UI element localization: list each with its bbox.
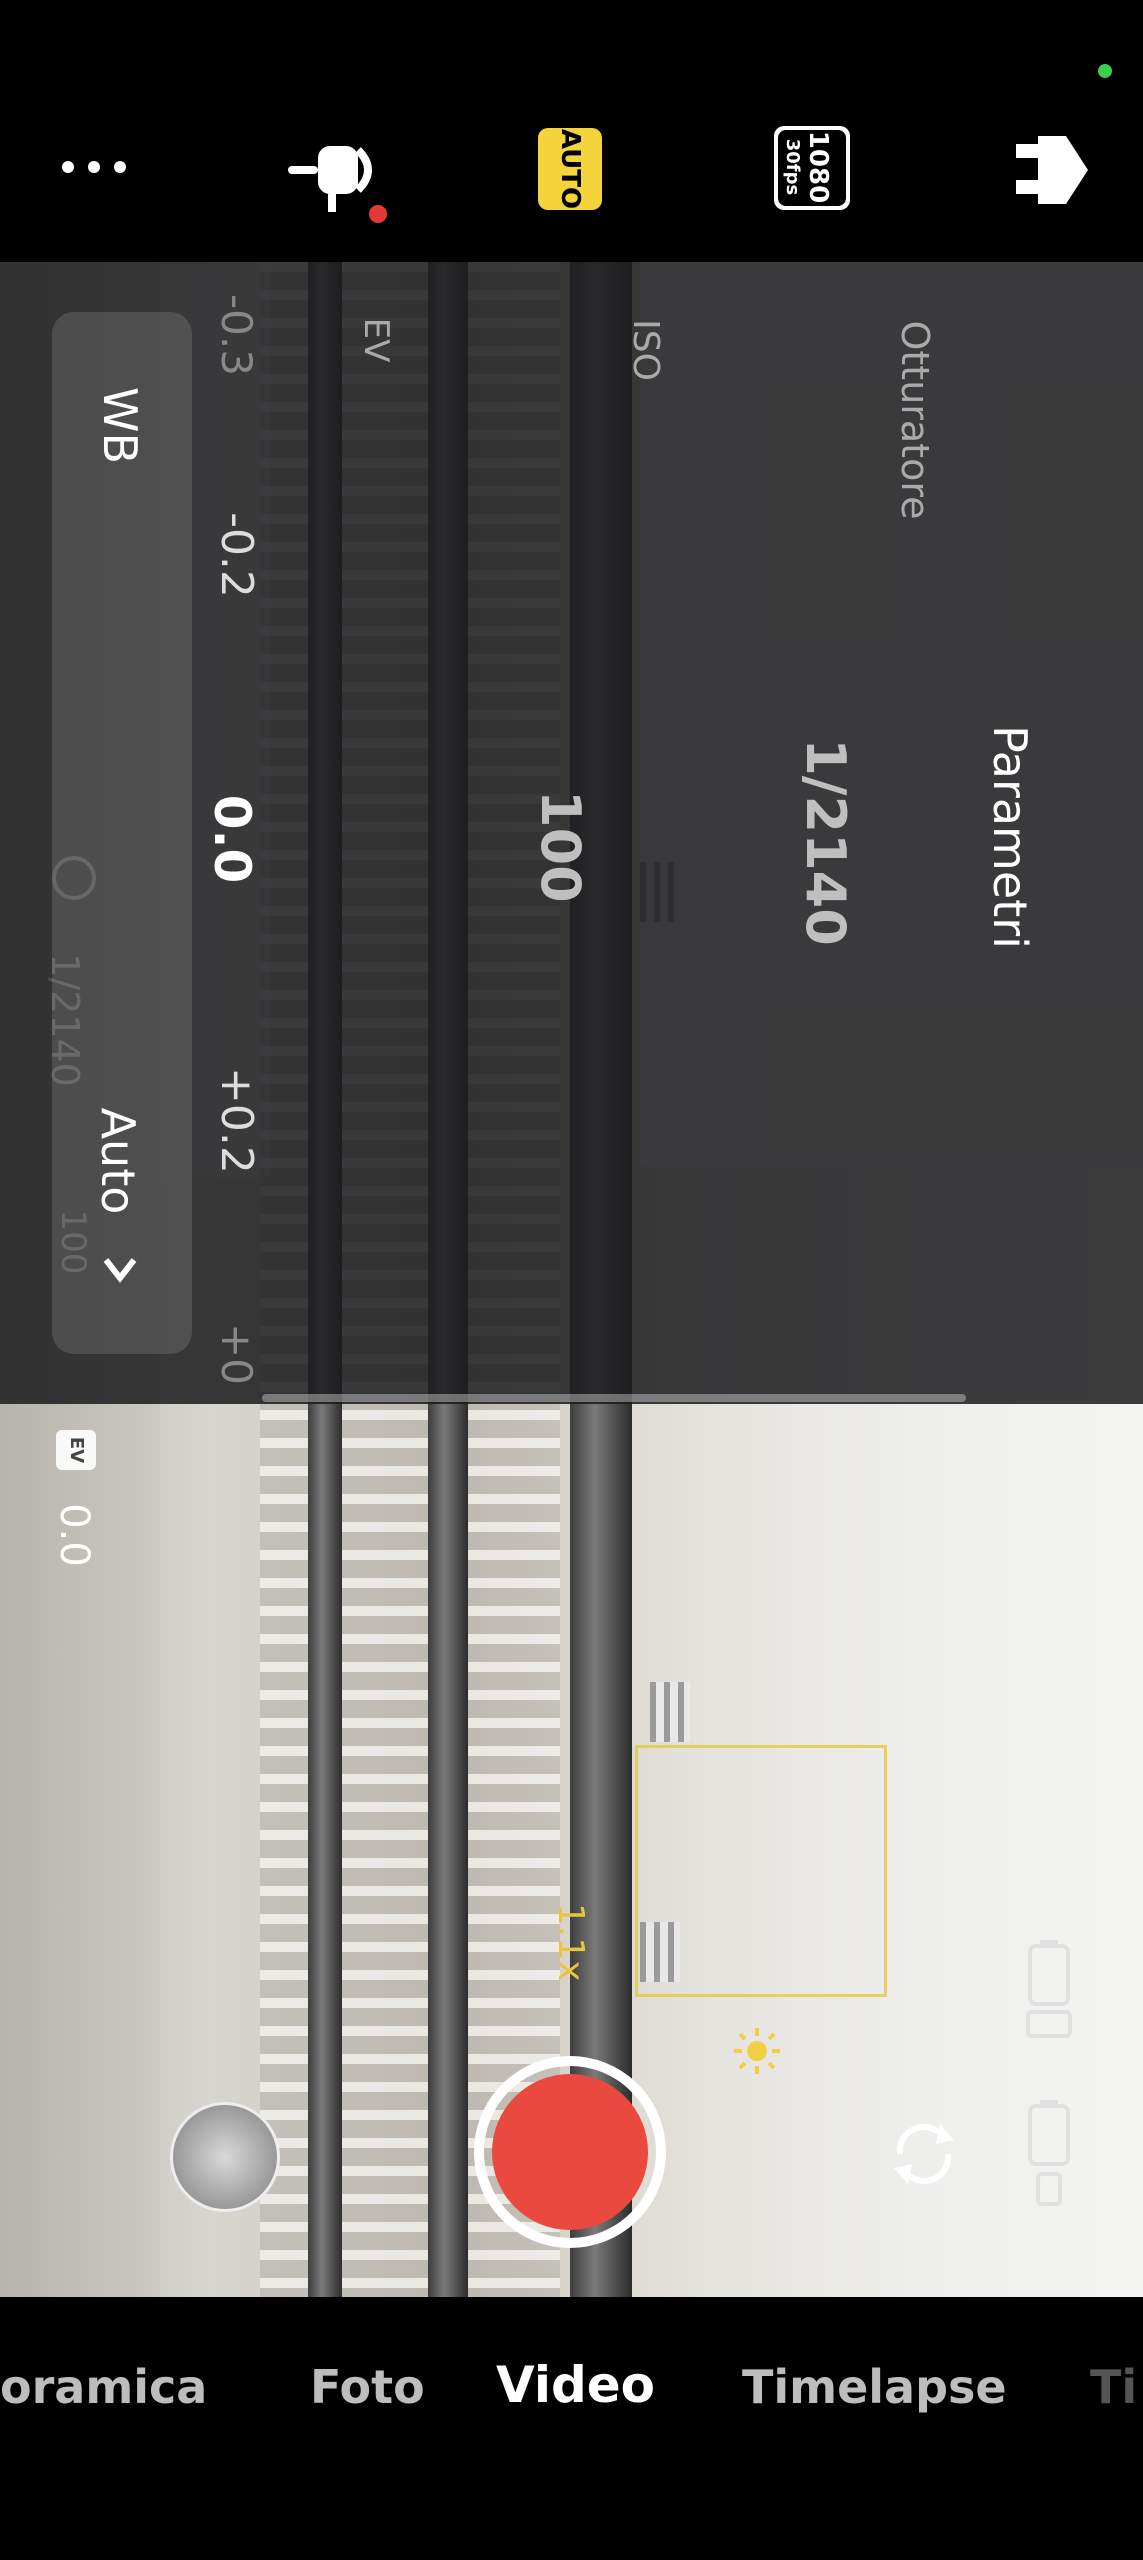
auto-mode-icon[interactable]: AUTO — [538, 128, 602, 210]
status-indicator-dot — [1098, 64, 1112, 78]
record-button[interactable] — [492, 2074, 648, 2230]
mode-video[interactable]: Video — [496, 2356, 655, 2414]
mode-timelapse[interactable]: Timelapse — [742, 2360, 1007, 2414]
microphone-icon[interactable] — [282, 128, 392, 228]
chevron-right-icon[interactable] — [100, 1250, 140, 1290]
panel-drag-handle[interactable] — [262, 1394, 966, 1402]
shutter-value[interactable]: 1/2140 — [794, 737, 857, 947]
iso-value[interactable]: 100 — [529, 790, 592, 903]
switch-camera-icon[interactable] — [880, 2110, 968, 2198]
iso-label: ISO — [625, 319, 666, 381]
plugin-icon[interactable] — [1010, 128, 1090, 212]
fps-label: 30fps — [782, 138, 803, 196]
mode-selector-bar — [0, 2297, 1143, 2560]
resolution-icon[interactable]: 1080 30fps — [774, 126, 850, 210]
gallery-thumbnail[interactable] — [170, 2102, 280, 2212]
ev-plus-value[interactable]: +0.2 — [211, 1067, 262, 1174]
ev-badge: EV — [56, 1430, 96, 1470]
auto-badge-label: AUTO — [555, 128, 585, 210]
exposure-sun-icon[interactable] — [732, 2026, 782, 2076]
viewfinder-ev-value: 0.0 — [51, 1503, 97, 1567]
battery-camera-icon — [1024, 1940, 1074, 2040]
ghost-iso-value: 100 — [53, 1209, 93, 1275]
resolution-label: 1080 — [803, 130, 833, 204]
mode-panoramica[interactable]: oramica — [0, 2360, 207, 2414]
zoom-level[interactable]: 1.1x — [550, 1903, 591, 1982]
wb-value[interactable]: Auto — [91, 1099, 145, 1223]
shutter-ghost-icon — [52, 856, 96, 900]
focus-frame — [635, 1745, 887, 1997]
ev-far-plus[interactable]: +0 — [212, 1322, 261, 1386]
parameters-title: Parametri — [983, 725, 1037, 949]
ev-far-minus[interactable]: -0.3 — [212, 294, 261, 376]
ev-current-value[interactable]: 0.0 — [203, 789, 261, 889]
more-icon[interactable] — [58, 152, 130, 182]
ev-badge-label: EV — [66, 1436, 87, 1464]
mode-next[interactable]: Ti — [1090, 2360, 1137, 2414]
mode-foto[interactable]: Foto — [310, 2360, 425, 2414]
ev-label: EV — [356, 317, 396, 363]
wb-label: WB — [93, 387, 147, 465]
ghost-shutter-value: 1/2140 — [43, 953, 87, 1087]
shutter-label: Otturatore — [893, 320, 937, 520]
ev-minus-value[interactable]: -0.2 — [211, 505, 262, 605]
battery-remote-icon — [1024, 2100, 1074, 2210]
